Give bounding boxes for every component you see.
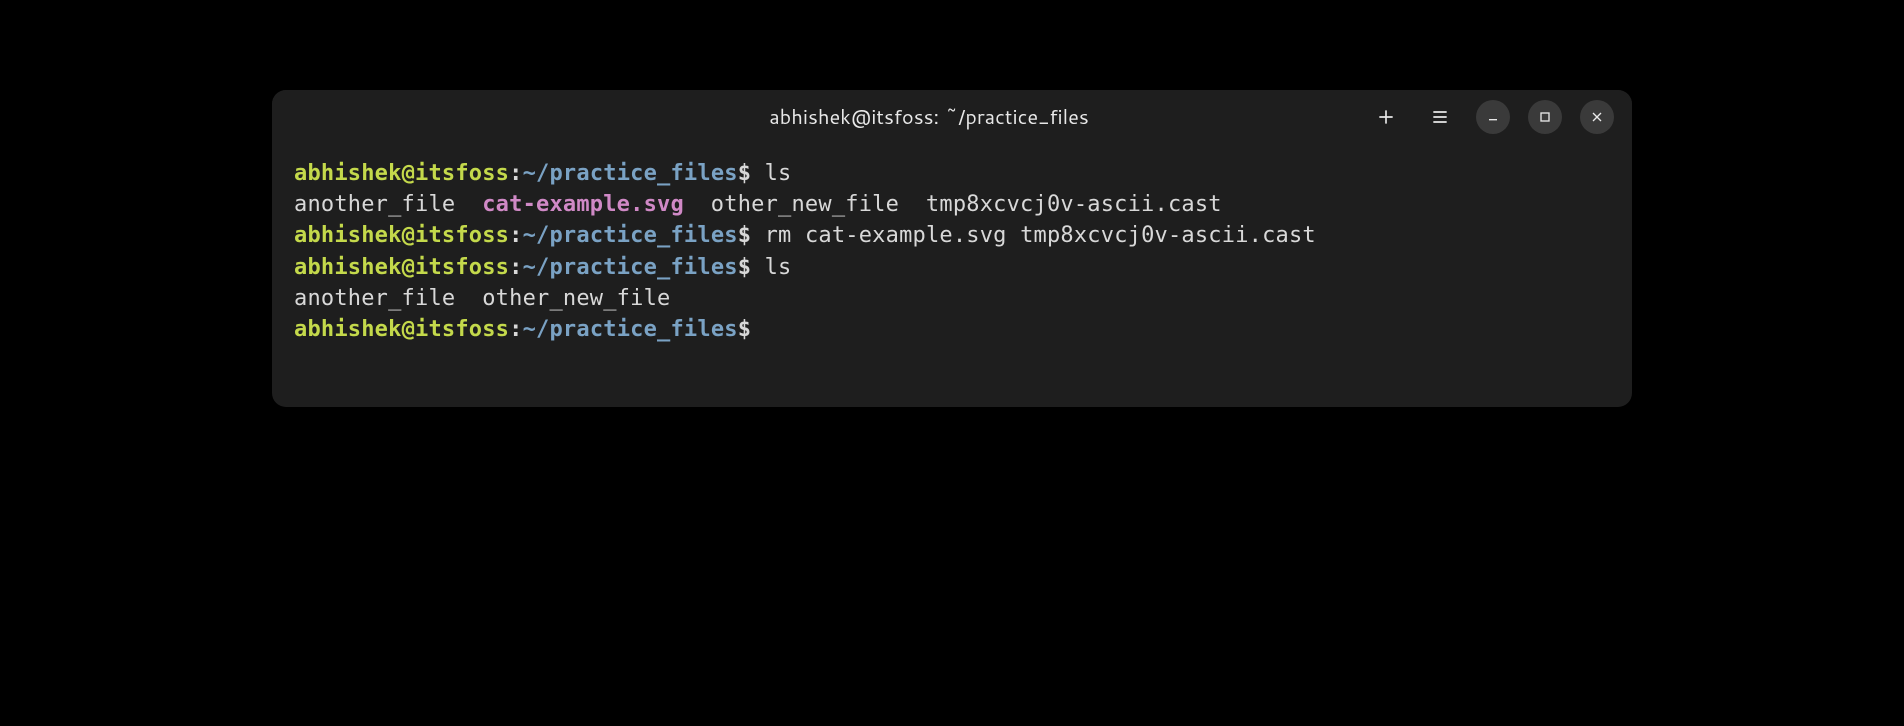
prompt-dollar: $ [738, 223, 751, 248]
prompt-path: ~/practice_files [523, 317, 738, 342]
command-4 [751, 317, 764, 342]
prompt-path: ~/practice_files [523, 223, 738, 248]
prompt-host: itsfoss [415, 161, 509, 186]
output-line-2: another_file other_new_file [294, 283, 1610, 314]
prompt-path: ~/practice_files [523, 161, 738, 186]
prompt-user: abhishek [294, 317, 402, 342]
prompt-at: @ [402, 161, 415, 186]
file-svg: cat-example.svg [482, 192, 684, 217]
window-title: abhishek@itsfoss: ~/practice_files [300, 103, 1368, 131]
terminal-window: abhishek@itsfoss: ~/practice_files abhis… [272, 90, 1632, 407]
minimize-icon[interactable] [1476, 100, 1510, 134]
command-1: ls [751, 161, 791, 186]
prompt-colon: : [509, 223, 522, 248]
prompt-line-2: abhishek@itsfoss:~/practice_files$ rm ca… [294, 220, 1610, 251]
prompt-at: @ [402, 317, 415, 342]
prompt-line-3: abhishek@itsfoss:~/practice_files$ ls [294, 252, 1610, 283]
prompt-dollar: $ [738, 317, 751, 342]
prompt-colon: : [509, 255, 522, 280]
prompt-user: abhishek [294, 161, 402, 186]
output-text: another_file other_new_file [294, 286, 670, 311]
prompt-colon: : [509, 161, 522, 186]
prompt-at: @ [402, 223, 415, 248]
output-text: another_file [294, 192, 482, 217]
titlebar: abhishek@itsfoss: ~/practice_files [272, 90, 1632, 144]
prompt-user: abhishek [294, 223, 402, 248]
prompt-path: ~/practice_files [523, 255, 738, 280]
prompt-host: itsfoss [415, 223, 509, 248]
terminal-body[interactable]: abhishek@itsfoss:~/practice_files$ ls an… [272, 144, 1632, 407]
command-3: ls [751, 255, 791, 280]
output-line-1: another_file cat-example.svg other_new_f… [294, 189, 1610, 220]
prompt-dollar: $ [738, 161, 751, 186]
close-icon[interactable] [1580, 100, 1614, 134]
maximize-icon[interactable] [1528, 100, 1562, 134]
menu-icon[interactable] [1422, 99, 1458, 135]
command-2: rm cat-example.svg tmp8xcvcj0v-ascii.cas… [751, 223, 1316, 248]
prompt-user: abhishek [294, 255, 402, 280]
prompt-host: itsfoss [415, 317, 509, 342]
prompt-host: itsfoss [415, 255, 509, 280]
titlebar-controls [1368, 99, 1614, 135]
prompt-dollar: $ [738, 255, 751, 280]
prompt-line-1: abhishek@itsfoss:~/practice_files$ ls [294, 158, 1610, 189]
new-tab-icon[interactable] [1368, 99, 1404, 135]
prompt-colon: : [509, 317, 522, 342]
prompt-line-4: abhishek@itsfoss:~/practice_files$ [294, 314, 1610, 345]
prompt-at: @ [402, 255, 415, 280]
output-text: other_new_file tmp8xcvcj0v-ascii.cast [684, 192, 1222, 217]
